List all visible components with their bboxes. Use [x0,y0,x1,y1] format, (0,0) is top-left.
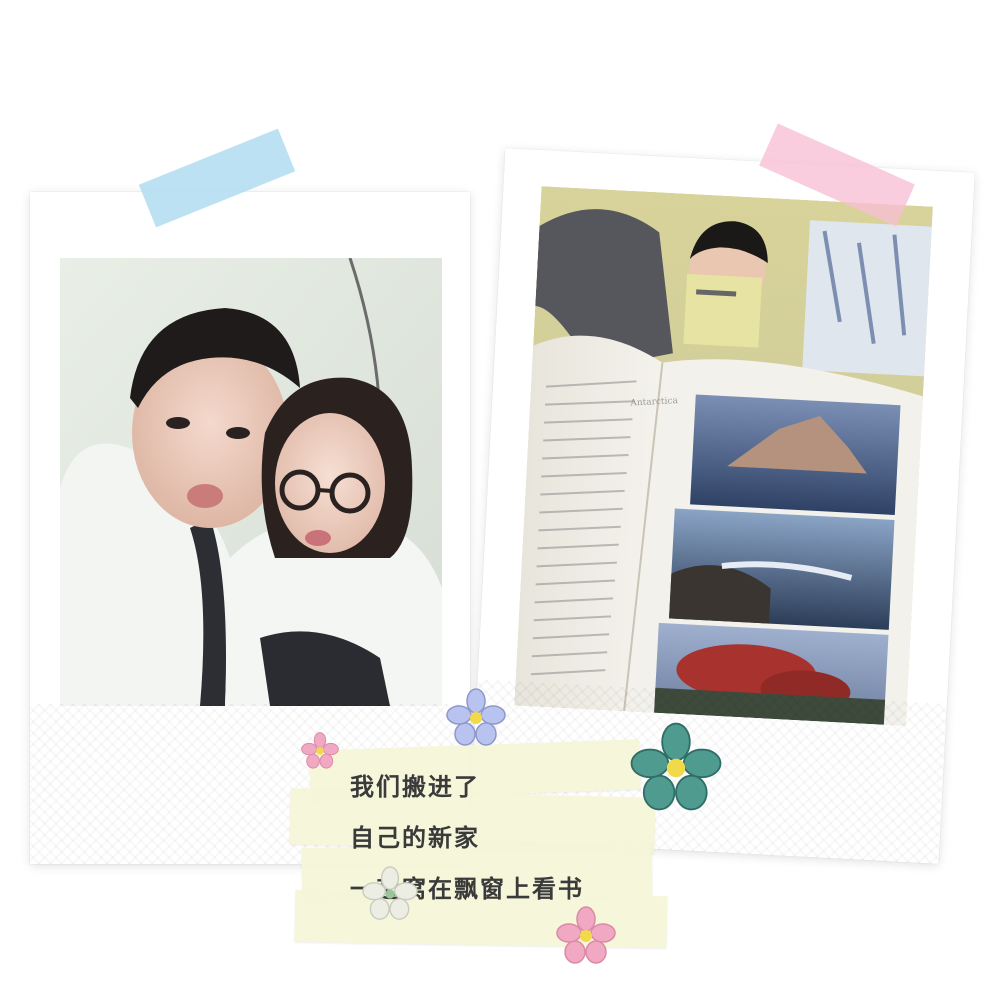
pink-flower-small-icon [301,732,339,769]
blue-flower-icon [446,688,506,746]
couple-selfie-illustration [60,258,442,706]
white-flower-icon [362,866,418,920]
reading-book-illustration [514,186,933,726]
caption-line-2: 自己的新家 [350,823,480,852]
couple-selfie-photo [60,258,442,706]
pink-flower-icon [556,906,616,964]
caption-line-1: 我们搬进了 [350,773,480,801]
reading-book-photo: Antarctica [514,186,933,726]
teal-flower-icon [630,722,722,811]
collage-canvas: Antarctica 我们搬进了 自己的新家 一起窝在飘窗上看书 [0,0,1000,1000]
